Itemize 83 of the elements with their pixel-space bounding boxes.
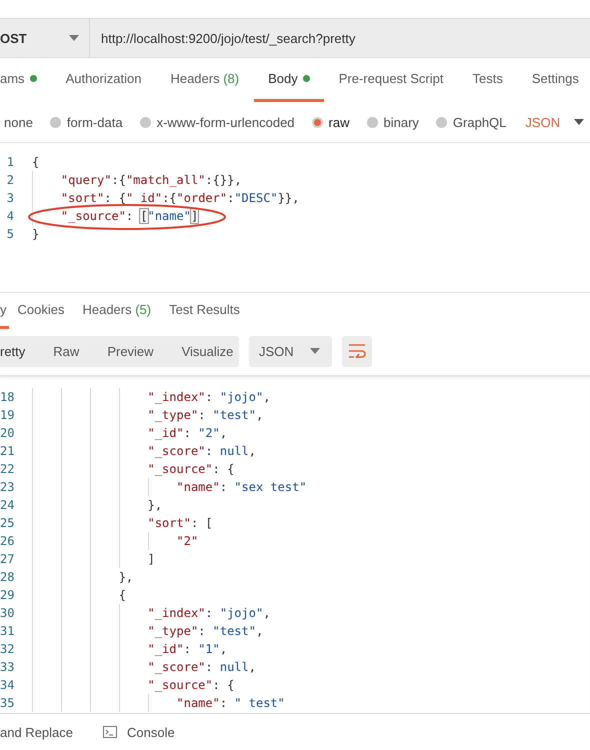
code-line: "_score": null, <box>32 444 256 458</box>
line-number: 3 <box>6 191 14 205</box>
wrap-lines-button[interactable] <box>342 336 372 366</box>
format-dropdown[interactable]: JSON <box>249 336 332 366</box>
line-number: 5 <box>6 227 14 241</box>
request-tab[interactable]: Body <box>254 58 324 102</box>
code-line: "name": "sex test" <box>32 480 307 494</box>
code-line: }, <box>32 498 162 512</box>
code-line: "query":{"match_all":{}}, <box>32 173 242 187</box>
request-tab[interactable]: Pre-request Script <box>324 58 458 102</box>
code-line: { <box>32 155 40 169</box>
response-tab[interactable]: Cookies <box>8 293 74 329</box>
code-line: "name": " test" <box>32 696 285 710</box>
code-line: "_id": "2", <box>32 426 228 440</box>
radio-button[interactable] <box>140 116 151 128</box>
response-tab[interactable]: y <box>0 293 8 329</box>
line-number: 20 <box>0 426 14 440</box>
request-tab[interactable]: Headers (8) <box>156 58 254 102</box>
code-line: "_type": "test", <box>32 624 264 638</box>
view-mode-tab[interactable]: retty <box>0 336 40 366</box>
line-number: 19 <box>0 408 14 422</box>
line-number: 27 <box>0 552 14 566</box>
code-line: "_source": { <box>32 678 234 692</box>
code-line: } <box>32 227 40 241</box>
method-dropdown[interactable]: OST <box>0 19 90 57</box>
line-number: 33 <box>0 660 14 674</box>
code-line: }, <box>32 570 134 584</box>
code-line: "_id": "1", <box>32 642 228 656</box>
line-number: 1 <box>6 155 14 169</box>
line-number: 32 <box>0 642 14 656</box>
line-number: 2 <box>6 173 14 187</box>
radio-button[interactable] <box>366 116 378 128</box>
line-number: 18 <box>0 390 14 404</box>
line-number: 22 <box>0 462 14 476</box>
code-line: "_index": "jojo", <box>32 390 270 404</box>
radio-label[interactable]: none <box>4 114 33 130</box>
radio-label[interactable]: GraphQL <box>452 114 506 130</box>
radio-label[interactable]: binary <box>384 114 419 130</box>
request-tab[interactable]: Authorization <box>52 58 156 102</box>
response-tab[interactable]: Test Results <box>160 293 249 329</box>
code-line: "_type": "test", <box>32 408 264 422</box>
code-line: { <box>32 588 126 602</box>
caret-icon <box>69 35 79 41</box>
radio-button[interactable] <box>50 116 61 128</box>
line-number: 30 <box>0 606 14 620</box>
radio-button[interactable] <box>312 116 323 128</box>
line-number: 34 <box>0 678 14 692</box>
request-tab[interactable]: Tests <box>458 58 517 102</box>
terminal-icon <box>103 726 117 738</box>
wrap-icon <box>348 344 366 358</box>
line-number: 4 <box>6 209 14 223</box>
caret-icon <box>574 119 584 125</box>
request-tab[interactable]: Settings <box>518 58 590 102</box>
radio-label[interactable]: form-data <box>66 114 123 130</box>
radio-label[interactable]: raw <box>328 114 350 130</box>
line-number: 31 <box>0 624 14 638</box>
code-line: "_score": null, <box>32 660 256 674</box>
line-number: 21 <box>0 444 14 458</box>
response-tab[interactable]: Headers (5) <box>73 293 160 329</box>
view-mode-tab[interactable]: Preview <box>93 336 168 366</box>
caret-icon <box>310 348 320 354</box>
radio-label[interactable]: x-www-form-urlencoded <box>156 114 295 130</box>
code-line: "2" <box>32 534 198 548</box>
code-line: ] <box>32 552 155 566</box>
url-field[interactable]: http://localhost:9200/jojo/test/_search?pretty <box>90 19 590 57</box>
line-number: 25 <box>0 516 14 530</box>
find-replace-button[interactable]: and Replace <box>0 724 73 740</box>
line-number: 28 <box>0 570 14 584</box>
view-mode-tab[interactable]: Raw <box>39 336 94 366</box>
console-button[interactable]: Console <box>103 724 175 740</box>
view-mode-tab[interactable]: Visualize <box>168 336 248 366</box>
line-number: 26 <box>0 534 14 548</box>
code-line: "_source": ["name"] <box>32 209 198 223</box>
code-line: "sort": [ <box>32 516 213 530</box>
code-line: "_source": { <box>32 462 234 476</box>
radio-button[interactable] <box>436 116 447 128</box>
line-number: 24 <box>0 498 14 512</box>
format-dropdown[interactable]: JSON <box>525 114 584 130</box>
line-number: 23 <box>0 480 14 494</box>
line-number: 29 <box>0 588 14 602</box>
request-tab[interactable]: ams <box>0 58 51 102</box>
code-line: "_index": "jojo", <box>32 606 270 620</box>
line-number: 35 <box>0 696 14 710</box>
